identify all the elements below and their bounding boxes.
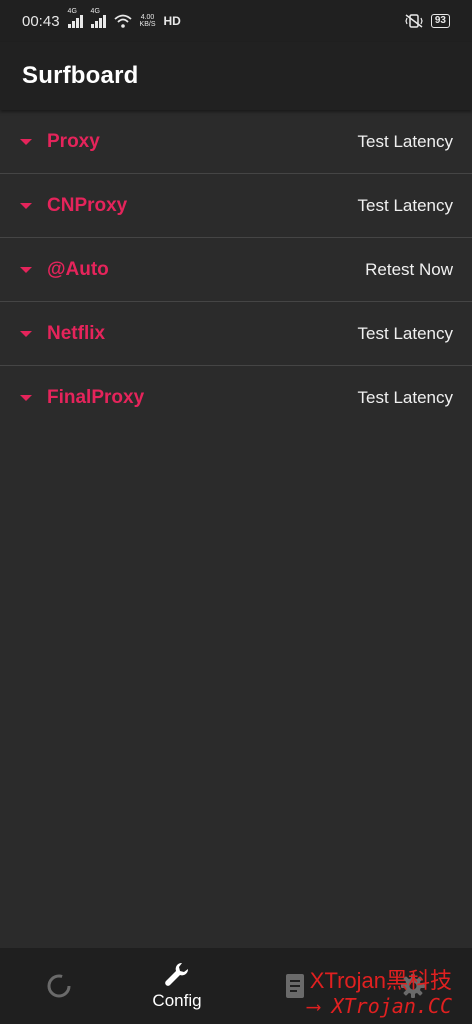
caret-down-icon bbox=[20, 266, 32, 273]
caret-down-icon bbox=[20, 202, 32, 209]
sim2-signal-icon: 4G bbox=[90, 8, 106, 28]
test-latency-button[interactable]: Test Latency bbox=[358, 132, 453, 152]
group-name: Netflix bbox=[47, 322, 106, 344]
group-row-netflix[interactable]: Netflix Test Latency bbox=[0, 302, 472, 366]
document-icon bbox=[286, 974, 304, 998]
group-row-proxy[interactable]: Proxy Test Latency bbox=[0, 110, 472, 174]
caret-down-icon bbox=[20, 330, 32, 337]
gear-icon bbox=[401, 974, 425, 998]
page-title: Surfboard bbox=[22, 62, 139, 89]
nav-item-status[interactable] bbox=[0, 948, 118, 1024]
bottom-nav: Config bbox=[0, 948, 472, 1024]
clock: 00:43 bbox=[22, 12, 60, 30]
sim1-signal-icon: 4G bbox=[67, 8, 83, 28]
status-bar: 00:43 4G 4G 4.00 KB/S HD 93 bbox=[0, 0, 472, 42]
app-bar: Surfboard bbox=[0, 42, 472, 110]
status-left: 00:43 4G 4G 4.00 KB/S HD bbox=[22, 8, 181, 30]
group-name: Proxy bbox=[47, 130, 100, 152]
group-name: FinalProxy bbox=[47, 387, 145, 408]
proxy-group-list: Proxy Test Latency CNProxy Test Latency … bbox=[0, 110, 472, 430]
group-name: @Auto bbox=[47, 258, 109, 280]
hd-voice-indicator: HD bbox=[163, 14, 181, 28]
surfboard-screen: 00:43 4G 4G 4.00 KB/S HD 93 Surfboard Pr… bbox=[0, 0, 472, 1024]
group-row-cnproxy[interactable]: CNProxy Test Latency bbox=[0, 174, 472, 238]
battery-indicator: 93 bbox=[430, 14, 450, 28]
wrench-icon bbox=[165, 962, 189, 986]
network-speed: 4.00 KB/S bbox=[139, 14, 156, 28]
test-latency-button[interactable]: Test Latency bbox=[358, 196, 453, 216]
vibrate-off-icon bbox=[405, 14, 423, 28]
test-latency-button[interactable]: Test Latency bbox=[358, 388, 453, 408]
loading-ring-icon bbox=[47, 974, 71, 998]
nav-item-config[interactable]: Config bbox=[118, 948, 236, 1024]
status-right: 93 bbox=[405, 14, 450, 28]
nav-label-config: Config bbox=[152, 991, 202, 1010]
wifi-icon bbox=[113, 14, 132, 28]
retest-now-button[interactable]: Retest Now bbox=[365, 260, 453, 280]
caret-down-icon bbox=[20, 138, 32, 145]
nav-item-settings[interactable] bbox=[354, 948, 472, 1024]
group-name: CNProxy bbox=[47, 194, 128, 216]
nav-item-logs[interactable] bbox=[236, 948, 354, 1024]
test-latency-button[interactable]: Test Latency bbox=[358, 324, 453, 344]
group-row-finalproxy[interactable]: FinalProxy Test Latency bbox=[0, 366, 472, 430]
group-row-auto[interactable]: @Auto Retest Now bbox=[0, 238, 472, 302]
caret-down-icon bbox=[20, 395, 32, 401]
